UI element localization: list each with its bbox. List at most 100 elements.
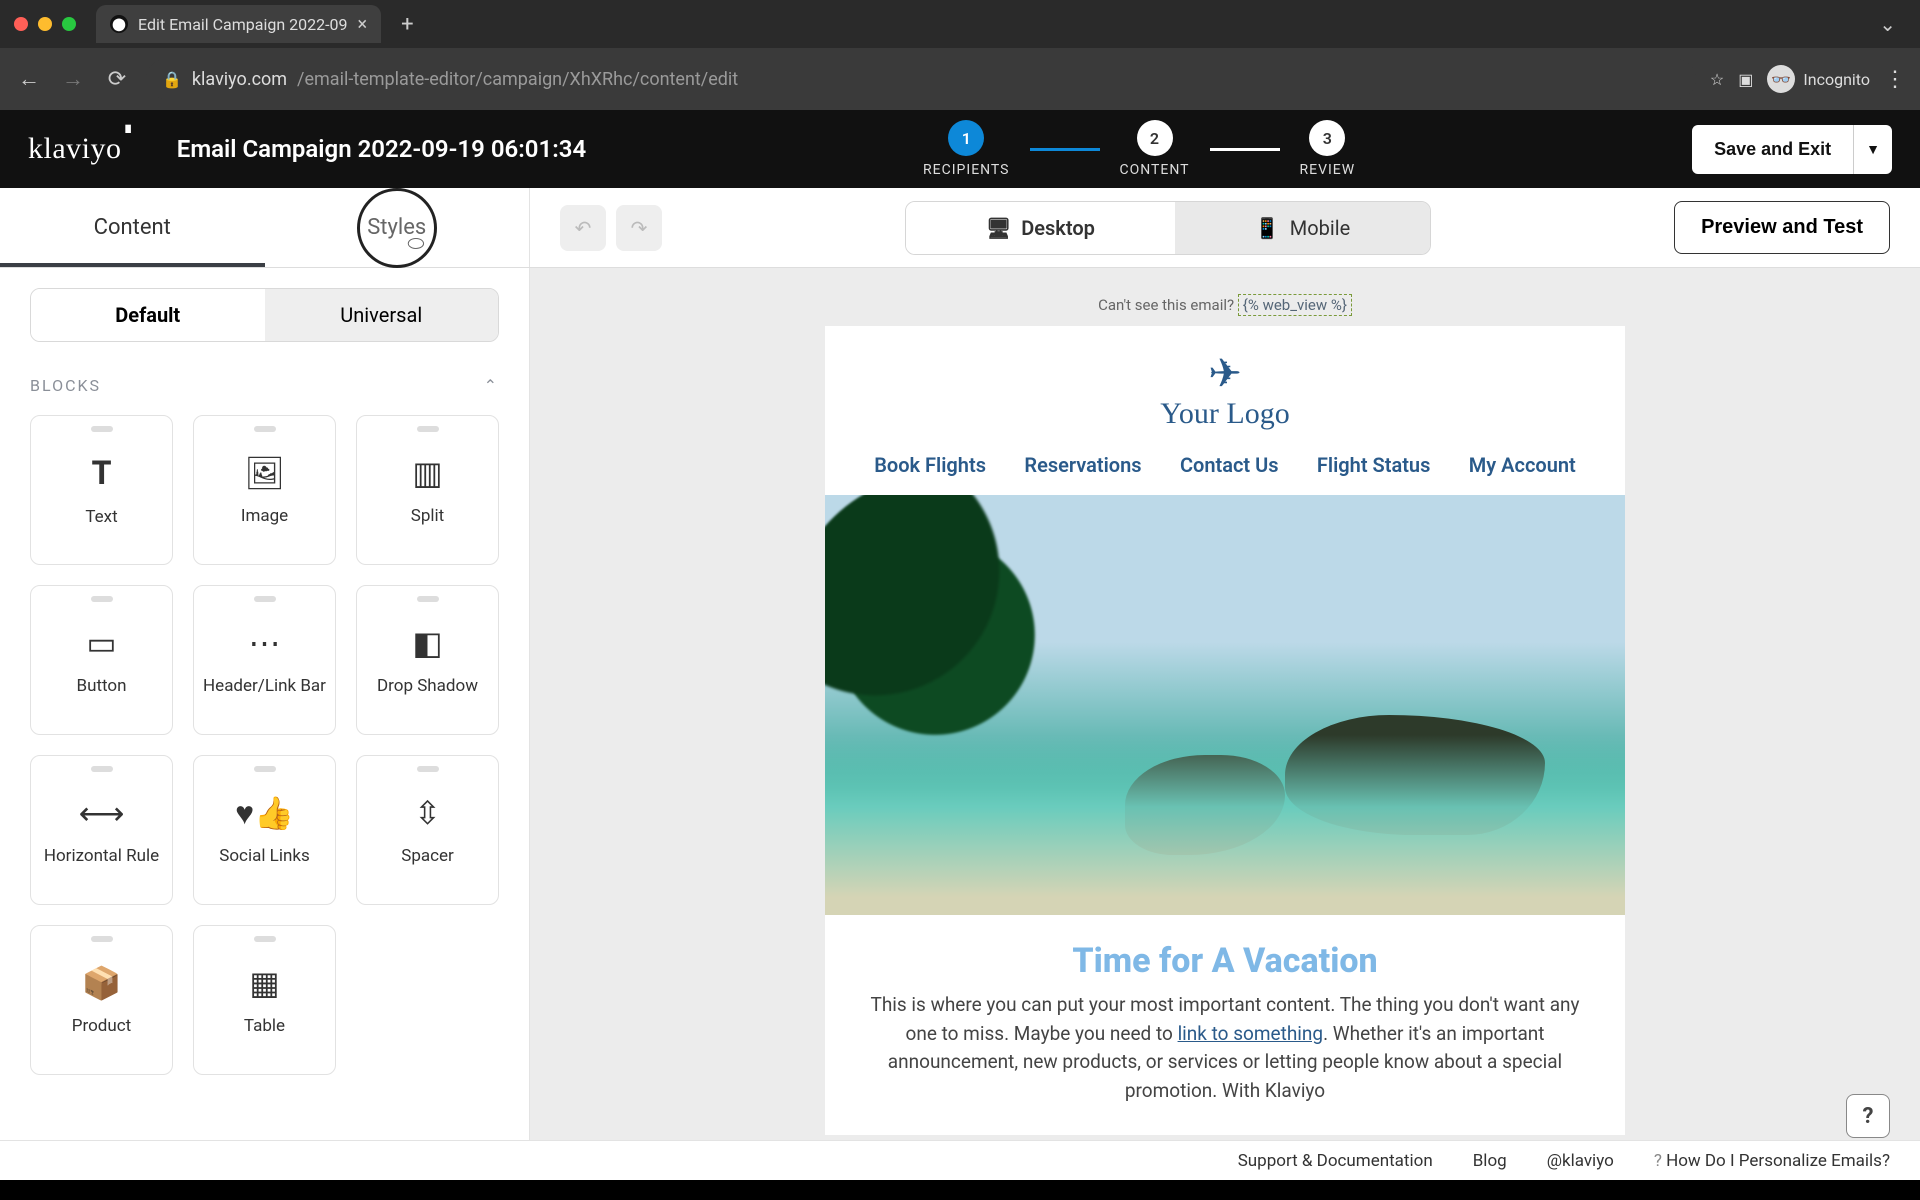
- footer-link-blog[interactable]: Blog: [1473, 1151, 1507, 1171]
- incognito-icon: 👓: [1767, 65, 1795, 93]
- incognito-label: Incognito: [1803, 70, 1870, 89]
- campaign-title: Email Campaign 2022-09-19 06:01:34: [177, 135, 586, 163]
- blocks-section-header[interactable]: BLOCKS ⌃: [30, 376, 499, 395]
- email-nav-link[interactable]: My Account: [1469, 453, 1576, 477]
- footer-link-support[interactable]: Support & Documentation: [1238, 1151, 1433, 1171]
- drag-grip-icon: [91, 766, 113, 772]
- footer-help-link[interactable]: ? How Do I Personalize Emails?: [1654, 1151, 1890, 1171]
- email-body-text[interactable]: This is where you can put your most impo…: [825, 991, 1625, 1135]
- app-header: klaviyo▘ Email Campaign 2022-09-19 06:01…: [0, 110, 1920, 188]
- cursor-icon: ⬭: [407, 231, 424, 255]
- back-button[interactable]: ←: [14, 64, 44, 94]
- body-link[interactable]: link to something: [1178, 1022, 1324, 1045]
- sidebar: Default Universal BLOCKS ⌃ 𝐓Text 🖼 Image ▥ S…: [0, 268, 530, 1140]
- block-label: Image: [241, 506, 288, 526]
- block-icon: 📦: [82, 964, 122, 1002]
- email-nav-bar[interactable]: Book Flights Reservations Contact Us Flight…: [825, 441, 1625, 495]
- block-label: Split: [411, 506, 444, 526]
- block-scope-segmented: Default Universal: [30, 288, 499, 342]
- bookmark-icon[interactable]: ☆: [1710, 70, 1724, 89]
- block-label: Text: [85, 507, 117, 527]
- window-bottom-gap: [0, 1180, 1920, 1200]
- block-table[interactable]: ▦Table: [193, 925, 336, 1075]
- template-tag[interactable]: {% web_view %}: [1238, 294, 1352, 316]
- preview-and-test-button[interactable]: Preview and Test: [1674, 201, 1890, 254]
- extensions-icon[interactable]: ▣: [1738, 70, 1753, 89]
- browser-tab[interactable]: ⬤ Edit Email Campaign 2022-09 ×: [96, 5, 381, 43]
- email-hero-image[interactable]: [825, 495, 1625, 915]
- view-in-browser-hint: Can't see this email? {% web_view %}: [1098, 296, 1352, 314]
- address-bar: ← → ⟳ 🔒 klaviyo.com/email-template-edito…: [0, 48, 1920, 110]
- block-social-links[interactable]: ♥👍Social Links: [193, 755, 336, 905]
- segment-default-button[interactable]: Default: [31, 289, 265, 341]
- tab-styles[interactable]: Styles ⬭: [265, 188, 530, 267]
- email-nav-link[interactable]: Flight Status: [1317, 453, 1430, 477]
- step-content[interactable]: 2 CONTENT: [1120, 120, 1190, 178]
- favicon-icon: ⬤: [110, 15, 128, 33]
- block-text[interactable]: 𝐓Text: [30, 415, 173, 565]
- email-nav-link[interactable]: Reservations: [1024, 453, 1141, 477]
- block-button[interactable]: ▭Button: [30, 585, 173, 735]
- block-label: Button: [76, 676, 126, 696]
- step-connector: [1210, 148, 1280, 151]
- block-icon: ▥: [412, 454, 442, 492]
- block-icon: ▦: [249, 964, 279, 1002]
- logo-flag-icon: ▘: [126, 126, 137, 143]
- block-horizontal-rule[interactable]: ⟷Horizontal Rule: [30, 755, 173, 905]
- block-label: Horizontal Rule: [44, 846, 159, 866]
- tab-close-icon[interactable]: ×: [358, 14, 368, 35]
- block-product[interactable]: 📦Product: [30, 925, 173, 1075]
- profile-incognito[interactable]: 👓 Incognito: [1767, 65, 1870, 93]
- tab-content[interactable]: Content: [0, 188, 265, 267]
- desktop-icon: 🖥: [986, 216, 1011, 240]
- redo-button[interactable]: ↷: [616, 205, 662, 251]
- save-button-group: Save and Exit ▼: [1692, 125, 1892, 174]
- undo-button[interactable]: ↶: [560, 205, 606, 251]
- drag-grip-icon: [417, 426, 439, 432]
- drag-grip-icon: [254, 766, 276, 772]
- new-tab-button[interactable]: +: [391, 12, 423, 37]
- paper-plane-icon: ✈: [825, 350, 1625, 397]
- close-window-icon[interactable]: [14, 17, 28, 31]
- url-path: /email-template-editor/campaign/XhXRhc/c…: [297, 69, 738, 90]
- wave-illustration: [825, 735, 1625, 915]
- reload-button[interactable]: ⟳: [102, 64, 132, 94]
- step-recipients[interactable]: 1 RECIPIENTS: [923, 120, 1009, 178]
- window-controls: [14, 17, 76, 31]
- step-review[interactable]: 3 REVIEW: [1300, 120, 1356, 178]
- block-header-link-bar[interactable]: ⋯ Header/Link Bar: [193, 585, 336, 735]
- save-and-exit-button[interactable]: Save and Exit: [1692, 125, 1853, 174]
- forward-button[interactable]: →: [58, 64, 88, 94]
- save-dropdown-button[interactable]: ▼: [1853, 125, 1892, 174]
- block-icon: ♥👍: [235, 794, 294, 832]
- block-icon: ⋯: [249, 624, 281, 662]
- footer-link-twitter[interactable]: @klaviyo: [1547, 1151, 1614, 1171]
- app-footer: Support & Documentation Blog @klaviyo ? …: [0, 1140, 1920, 1180]
- drag-grip-icon: [254, 426, 276, 432]
- block-image[interactable]: 🖼 Image: [193, 415, 336, 565]
- chevron-up-icon: ⌃: [484, 376, 499, 395]
- email-logo-block[interactable]: ✈ Your Logo: [825, 326, 1625, 441]
- block-spacer[interactable]: ⇳Spacer: [356, 755, 499, 905]
- device-mobile-button[interactable]: 📱 Mobile: [1175, 202, 1430, 254]
- email-headline[interactable]: Time for A Vacation: [825, 915, 1625, 991]
- device-toggle: 🖥 Desktop 📱 Mobile: [905, 201, 1431, 255]
- block-drop-shadow[interactable]: ◧ Drop Shadow: [356, 585, 499, 735]
- tab-overflow-icon[interactable]: ⌄: [1869, 12, 1906, 36]
- email-preview[interactable]: ✈ Your Logo Book Flights Reservations Cont…: [825, 326, 1625, 1135]
- device-desktop-button[interactable]: 🖥 Desktop: [906, 202, 1175, 254]
- email-nav-link[interactable]: Contact Us: [1180, 453, 1279, 477]
- url-input[interactable]: 🔒 klaviyo.com/email-template-editor/camp…: [146, 59, 1696, 99]
- block-label: Header/Link Bar: [203, 676, 326, 696]
- block-label: Drop Shadow: [377, 676, 478, 696]
- browser-menu-icon[interactable]: ⋮: [1884, 67, 1906, 92]
- email-nav-link[interactable]: Book Flights: [874, 453, 986, 477]
- brand-logo[interactable]: klaviyo▘: [28, 132, 137, 166]
- block-split[interactable]: ▥ Split: [356, 415, 499, 565]
- maximize-window-icon[interactable]: [62, 17, 76, 31]
- block-icon: 🖼: [244, 454, 285, 492]
- block-icon: ◧: [412, 624, 442, 662]
- segment-universal-button[interactable]: Universal: [265, 289, 499, 341]
- minimize-window-icon[interactable]: [38, 17, 52, 31]
- help-fab-button[interactable]: ?: [1846, 1094, 1890, 1138]
